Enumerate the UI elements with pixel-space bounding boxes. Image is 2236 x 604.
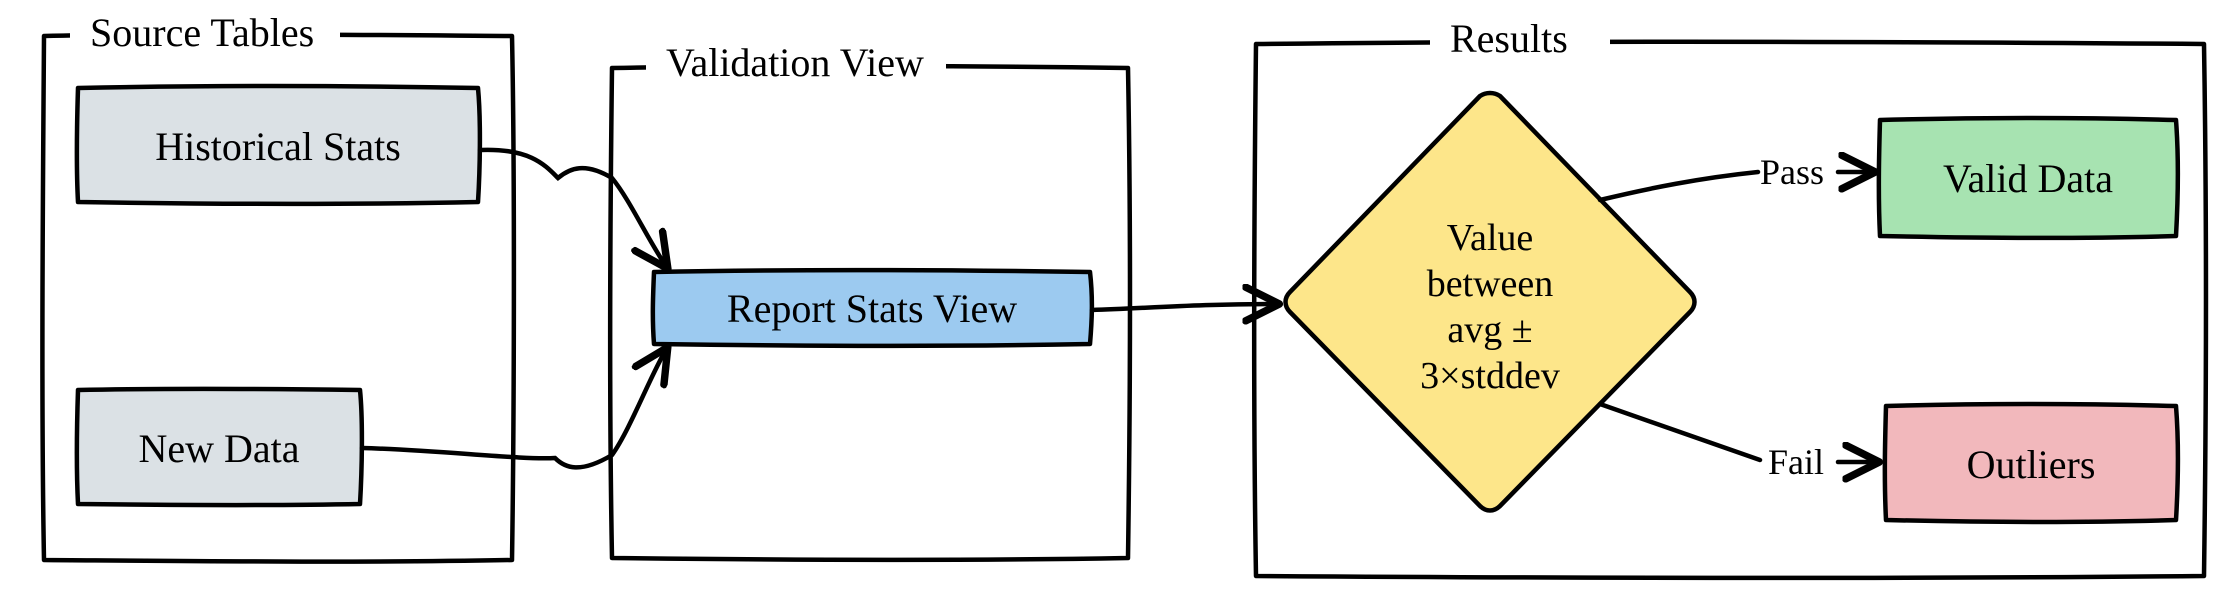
- node-new-data: New Data: [77, 389, 362, 505]
- node-valid-data: Valid Data: [1879, 118, 2178, 238]
- decision-line1: Value: [1447, 217, 1534, 259]
- node-historical-stats: Historical Stats: [77, 86, 480, 204]
- new-data-label: New Data: [138, 426, 299, 471]
- edge-pass-label: Pass: [1760, 152, 1824, 192]
- valid-data-label: Valid Data: [1943, 156, 2113, 201]
- outliers-label: Outliers: [1967, 442, 2096, 487]
- report-stats-view-label: Report Stats View: [727, 286, 1017, 331]
- decision-line4: 3×stddev: [1420, 355, 1560, 397]
- group-validation-title: Validation View: [666, 40, 924, 85]
- node-report-stats-view: Report Stats View: [653, 270, 1092, 346]
- group-results: Results Value between avg ± 3×stddev Val…: [1254, 14, 2206, 578]
- historical-stats-label: Historical Stats: [155, 124, 401, 169]
- group-validation-view: Validation View Report Stats View: [610, 36, 1130, 560]
- group-results-title: Results: [1450, 16, 1568, 61]
- decision-line2: between: [1427, 263, 1554, 305]
- group-source-tables: Source Tables Historical Stats New Data: [42, 6, 513, 562]
- decision-line3: avg ±: [1447, 309, 1532, 351]
- edge-fail-label: Fail: [1768, 442, 1824, 482]
- node-outliers: Outliers: [1885, 404, 2178, 522]
- group-source-title: Source Tables: [90, 10, 314, 55]
